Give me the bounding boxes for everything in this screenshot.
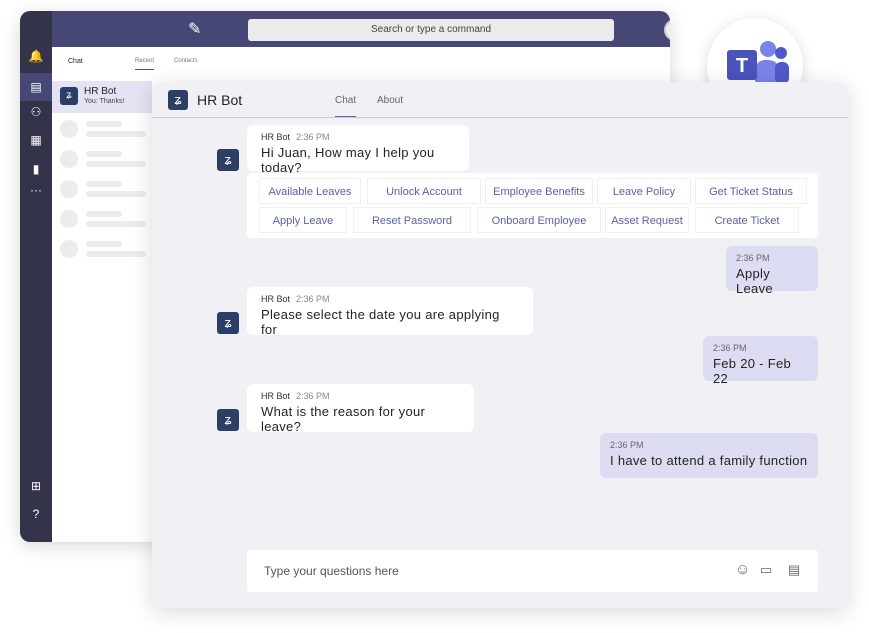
apps-icon[interactable]: ⊞ — [27, 477, 45, 495]
chat-list-item-hr-bot[interactable]: ʑ HR Bot You: Thanks! — [52, 81, 152, 113]
svg-text:T: T — [736, 55, 748, 77]
app-rail: 🔔 ▤ ⚇ ▦ ▮ ··· ⊞ ? — [20, 11, 52, 542]
user-message: 2:36 PM Feb 20 - Feb 22 — [703, 336, 818, 386]
bot-avatar: ʑ — [168, 90, 188, 110]
timestamp: 2:36 PM — [713, 343, 747, 353]
composer-input[interactable]: Type your questions here — [264, 564, 399, 578]
user-message: 2:36 PM Apply Leave — [726, 246, 818, 296]
message-composer[interactable]: Type your questions here ☺ ▭ ▤ — [247, 550, 818, 592]
bot-avatar: ʑ — [60, 87, 78, 105]
calendar-icon[interactable]: ▦ — [27, 131, 45, 149]
top-bar: ✎ Search or type a command — [52, 11, 670, 47]
tab-about[interactable]: About — [377, 95, 403, 106]
message-text: Apply Leave — [736, 266, 773, 296]
action-onboard-employee[interactable]: Onboard Employee — [477, 207, 601, 233]
timestamp: 2:36 PM — [736, 253, 770, 263]
tab-chat[interactable]: Chat — [335, 95, 357, 118]
action-unlock-account[interactable]: Unlock Account — [367, 178, 481, 204]
help-icon[interactable]: ? — [27, 505, 45, 523]
message-text: What is the reason for your leave? — [261, 404, 426, 434]
chat-list-placeholders — [52, 115, 152, 258]
message-text: I have to attend a family function — [610, 453, 808, 468]
attachment-icon[interactable]: ▤ — [788, 562, 800, 578]
timestamp: 2:36 PM — [296, 132, 330, 142]
header-divider — [152, 117, 848, 118]
bot-message: HR Bot 2:36 PM What is the reason for you… — [247, 384, 474, 434]
action-apply-leave[interactable]: Apply Leave — [259, 207, 347, 233]
tab-recent[interactable]: Recent — [135, 58, 155, 70]
quick-actions-card: Available Leaves Unlock Account Employee… — [247, 173, 818, 238]
sender: HR Bot — [261, 294, 291, 304]
emoji-icon[interactable]: ☺ — [735, 561, 750, 578]
timestamp: 2:36 PM — [296, 294, 330, 304]
search-input[interactable]: Search or type a command — [248, 19, 614, 41]
message-text: Feb 20 - Feb 22 — [713, 356, 792, 386]
bot-avatar: ʑ — [217, 149, 239, 171]
sender: HR Bot — [261, 132, 291, 142]
timestamp: 2:36 PM — [296, 391, 330, 401]
chat-preview: You: Thanks! — [84, 98, 125, 105]
sender: HR Bot — [261, 391, 291, 401]
tab-contacts[interactable]: Contacts — [174, 58, 198, 64]
message-text: Hi Juan, How may I help you today? — [261, 145, 435, 175]
bot-message: HR Bot 2:36 PM Please select the date you… — [247, 287, 533, 337]
action-create-ticket[interactable]: Create Ticket — [695, 207, 799, 233]
action-reset-password[interactable]: Reset Password — [353, 207, 471, 233]
chat-label: Chat — [68, 58, 83, 65]
action-leave-policy[interactable]: Leave Policy — [597, 178, 691, 204]
compose-icon[interactable]: ✎ — [188, 19, 201, 39]
chat-window: ʑ HR Bot Chat About ʑ HR Bot 2:36 PM Hi J… — [152, 82, 848, 608]
chat-icon[interactable]: ▤ — [20, 73, 52, 101]
bot-avatar: ʑ — [217, 312, 239, 334]
message-text: Please select the date you are applying … — [261, 307, 500, 337]
files-icon[interactable]: ▮ — [27, 160, 45, 178]
more-icon[interactable]: ··· — [27, 181, 45, 199]
timestamp: 2:36 PM — [610, 440, 644, 450]
bot-message: HR Bot 2:36 PM Hi Juan, How may I help yo… — [247, 125, 469, 175]
bell-icon[interactable]: 🔔 — [27, 47, 45, 65]
action-employee-benefits[interactable]: Employee Benefits — [485, 178, 593, 204]
teams-icon[interactable]: ⚇ — [27, 103, 45, 121]
avatar[interactable] — [664, 19, 670, 41]
bot-avatar: ʑ — [217, 409, 239, 431]
action-get-ticket-status[interactable]: Get Ticket Status — [695, 178, 807, 204]
page-title: HR Bot — [197, 92, 243, 108]
action-available-leaves[interactable]: Available Leaves — [259, 178, 361, 204]
action-asset-request[interactable]: Asset Request — [605, 207, 689, 233]
chat-name: HR Bot — [84, 86, 117, 97]
user-message: 2:36 PM I have to attend a family functi… — [600, 433, 818, 478]
image-icon[interactable]: ▭ — [760, 562, 772, 578]
